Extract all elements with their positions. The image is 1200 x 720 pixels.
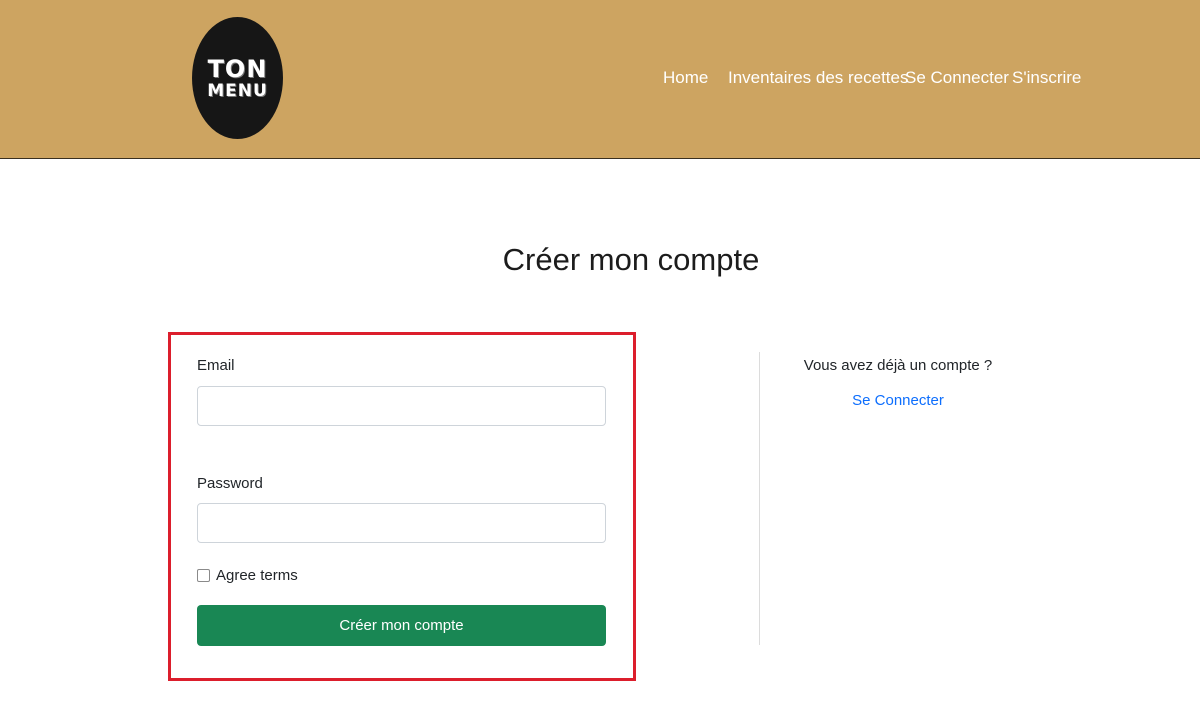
nav-recipe-inventory[interactable]: Inventaires des recettes: [728, 68, 908, 88]
email-field[interactable]: [197, 386, 606, 426]
agree-terms-label[interactable]: Agree terms: [216, 567, 298, 584]
nav-login[interactable]: Se Connecter: [905, 68, 1009, 88]
page-title: Créer mon compte: [502, 242, 760, 277]
nav-signup[interactable]: S'inscrire: [1012, 68, 1081, 88]
agree-terms-checkbox[interactable]: [197, 568, 210, 582]
email-label: Email: [197, 357, 235, 374]
main-nav: Home Inventaires des recettes Se Connect…: [0, 68, 1200, 92]
site-header: TON MENU Home Inventaires des recettes S…: [0, 0, 1200, 159]
already-have-account-text: Vous avez déjà un compte ?: [803, 357, 993, 374]
login-link[interactable]: Se Connecter: [798, 392, 998, 409]
create-account-button[interactable]: Créer mon compte: [197, 605, 606, 646]
nav-home[interactable]: Home: [663, 68, 708, 88]
agree-terms-row: Agree terms: [197, 565, 298, 585]
password-label: Password: [197, 475, 263, 492]
password-field[interactable]: [197, 503, 606, 543]
vertical-divider: [759, 352, 760, 645]
